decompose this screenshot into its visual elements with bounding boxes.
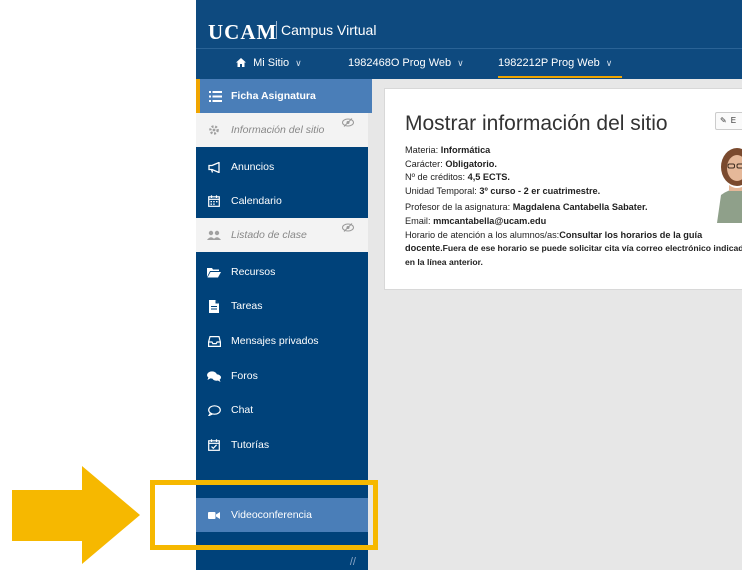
brand-separator <box>276 21 277 39</box>
site-info-details: Materia: Informática Carácter: Obligator… <box>405 144 742 269</box>
sidebar-item-label: Anuncios <box>231 161 275 173</box>
sidebar-item-foros[interactable]: Foros <box>196 359 368 393</box>
sidebar-item-mensajes-privados[interactable]: Mensajes privados <box>196 324 368 358</box>
sidebar-item-tutorias[interactable]: Tutorías <box>196 428 368 462</box>
brand-subtitle: Campus Virtual <box>281 22 377 38</box>
sidebar-item-label: Foros <box>231 370 258 382</box>
tab-label: 1982468O Prog Web <box>348 57 452 69</box>
inbox-icon <box>207 334 221 348</box>
home-icon <box>236 57 253 69</box>
sidebar-item-label: Tareas <box>231 300 263 312</box>
chevron-down-icon: ∨ <box>605 58 613 68</box>
sidebar-item-label: Chat <box>231 404 254 416</box>
sidebar-item-label: Recursos <box>231 266 276 278</box>
sidebar-item-informacion-sitio[interactable]: Información del sitio <box>196 113 368 147</box>
tab-label: 1982212P Prog Web <box>498 57 600 69</box>
info-materia: Materia: Informática <box>405 145 491 155</box>
resize-handle-icon[interactable]: // <box>350 556 356 568</box>
chevron-down-icon: ∨ <box>295 58 302 68</box>
list-icon <box>208 89 222 103</box>
info-caracter: Carácter: Obligatorio. <box>405 158 497 169</box>
sidebar-item-label: Calendario <box>231 195 282 207</box>
sidebar-item-listado-clase[interactable]: Listado de clase <box>196 218 368 252</box>
eye-slash-icon[interactable] <box>342 118 354 130</box>
sidebar-item-recursos[interactable]: Recursos <box>196 255 368 289</box>
comments-icon <box>207 369 221 383</box>
sidebar-item-calendario[interactable]: Calendario <box>196 184 368 218</box>
sidebar-item-anuncios[interactable]: Anuncios <box>196 150 368 184</box>
top-bar: UCAM Campus Virtual <box>196 0 742 48</box>
annotation-highlight-box <box>150 480 378 550</box>
edit-button[interactable]: ✎ E <box>715 112 742 130</box>
eye-slash-icon[interactable] <box>342 223 354 235</box>
tab-1982212p[interactable]: 1982212P Prog Web ∨ <box>498 49 623 78</box>
info-creditos: Nº de créditos: 4,5 ECTS. <box>405 172 510 183</box>
brand-logo[interactable]: UCAM <box>208 20 277 44</box>
info-horario: Horario de atención a los alumnos/as:Con… <box>405 229 742 267</box>
edit-button-label: E <box>730 116 737 125</box>
folder-icon <box>207 265 221 279</box>
sidebar-item-label: Tutorías <box>231 439 270 451</box>
pencil-icon: ✎ <box>720 116 727 125</box>
file-icon <box>207 299 221 313</box>
megaphone-icon <box>207 160 221 174</box>
tab-1982468o[interactable]: 1982468O Prog Web ∨ <box>348 49 464 78</box>
info-profesor: Profesor de la asignatura: Magdalena Can… <box>405 202 648 213</box>
sidebar-item-label: Listado de clase <box>231 229 307 241</box>
gear-icon <box>207 123 221 137</box>
sidebar-item-ficha-asignatura[interactable]: Ficha Asignatura <box>196 79 372 113</box>
site-info-panel: Mostrar información del sitio ✎ E Materia… <box>384 88 742 290</box>
info-unidad-temporal: Unidad Temporal: 3º curso - 2 er cuatrim… <box>405 185 601 196</box>
tab-mi-sitio[interactable]: Mi Sitio ∨ <box>236 49 302 78</box>
chat-icon <box>207 403 221 417</box>
sidebar-item-chat[interactable]: Chat <box>196 393 368 427</box>
users-icon <box>207 228 221 242</box>
chevron-down-icon: ∨ <box>457 58 464 68</box>
site-tabs: Mi Sitio ∨ 1982468O Prog Web ∨ 1982212P Pr… <box>196 48 742 79</box>
calendar-icon <box>207 194 221 208</box>
sidebar-item-label: Información del sitio <box>231 124 325 136</box>
tab-label: Mi Sitio <box>253 57 290 69</box>
page-title: Mostrar información del sitio <box>405 112 668 135</box>
sidebar-item-label: Mensajes privados <box>231 335 319 347</box>
sidebar-item-label: Ficha Asignatura <box>231 90 316 102</box>
calendar-check-icon <box>207 438 221 452</box>
info-email: Email: mmcantabella@ucam.edu <box>405 215 547 226</box>
sidebar-item-tareas[interactable]: Tareas <box>196 289 368 323</box>
